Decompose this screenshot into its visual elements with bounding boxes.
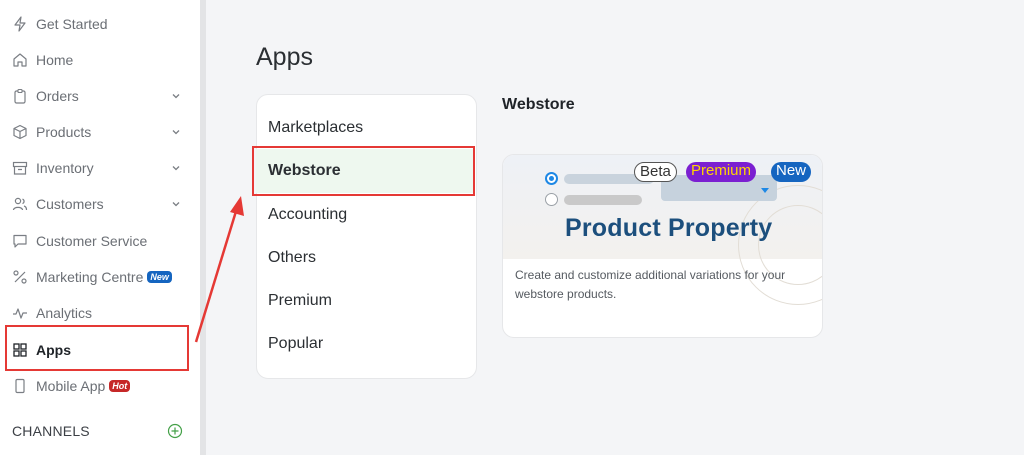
inventory-icon (12, 160, 28, 176)
hot-badge: Hot (109, 380, 131, 392)
mobile-icon (12, 378, 28, 394)
sidebar-item-label: Mobile App (36, 378, 106, 394)
page-title: Apps (256, 43, 313, 71)
sidebar-item-products[interactable]: Products (12, 120, 188, 144)
sidebar-item-label: Analytics (36, 305, 93, 321)
highlight-box-apps (5, 325, 189, 371)
sidebar-item-analytics[interactable]: Analytics (12, 301, 188, 325)
annotation-arrow-icon (194, 196, 244, 343)
sidebar-item-label: Products (36, 124, 92, 140)
radio-unselected-icon (545, 193, 558, 206)
sidebar-item-get-started[interactable]: Get Started (12, 12, 188, 36)
chat-icon (12, 233, 28, 249)
sidebar-item-mobile-app[interactable]: Mobile App Hot (12, 374, 188, 398)
premium-tag: Premium (686, 162, 757, 182)
channels-heading: CHANNELS (12, 423, 90, 439)
category-accounting[interactable]: Accounting (268, 206, 347, 224)
users-icon (12, 196, 28, 212)
chevron-down-icon[interactable] (170, 162, 182, 174)
new-badge: New (147, 271, 172, 283)
sidebar-item-label: Customer Service (36, 233, 148, 249)
app-card-banner-title: Product Property (565, 214, 773, 242)
highlight-box-webstore (252, 146, 475, 196)
sidebar-item-label: Marketing Centre (36, 269, 144, 285)
add-channel-icon[interactable] (167, 423, 183, 439)
sidebar-item-label: Home (36, 52, 74, 68)
sidebar-item-label: Get Started (36, 16, 108, 32)
placeholder-bar (564, 195, 642, 205)
section-title: Webstore (502, 96, 575, 113)
chevron-down-icon[interactable] (170, 90, 182, 102)
chevron-down-icon[interactable] (170, 198, 182, 210)
clipboard-icon (12, 88, 28, 104)
pulse-icon (12, 305, 28, 321)
box-icon (12, 124, 28, 140)
radio-selected-icon (545, 172, 558, 185)
new-tag: New (771, 162, 812, 182)
sidebar-item-customers[interactable]: Customers (12, 192, 188, 216)
category-marketplaces[interactable]: Marketplaces (268, 119, 363, 137)
app-card-description: Create and customize additional variatio… (515, 268, 786, 301)
category-others[interactable]: Others (268, 249, 316, 267)
percent-icon (12, 269, 28, 285)
beta-tag: Beta (634, 162, 677, 182)
sidebar-item-marketing-centre[interactable]: Marketing Centre New (12, 265, 188, 289)
sidebar: Get Started Home Orders Products Invento… (0, 0, 200, 455)
sidebar-item-home[interactable]: Home (12, 48, 188, 72)
sidebar-item-label: Inventory (36, 160, 94, 176)
lightning-icon (12, 16, 28, 32)
chevron-down-icon[interactable] (170, 126, 182, 138)
sidebar-item-inventory[interactable]: Inventory (12, 156, 188, 180)
sidebar-item-orders[interactable]: Orders (12, 84, 188, 108)
app-card-product-property[interactable]: Beta Premium New Product Property Create… (502, 154, 823, 338)
category-premium[interactable]: Premium (268, 292, 332, 310)
home-icon (12, 52, 28, 68)
sidebar-item-customer-service[interactable]: Customer Service (12, 229, 188, 253)
category-popular[interactable]: Popular (268, 335, 323, 353)
sidebar-item-label: Orders (36, 88, 79, 104)
app-card-banner: Beta Premium New Product Property (503, 155, 822, 305)
sidebar-item-label: Customers (36, 196, 104, 212)
